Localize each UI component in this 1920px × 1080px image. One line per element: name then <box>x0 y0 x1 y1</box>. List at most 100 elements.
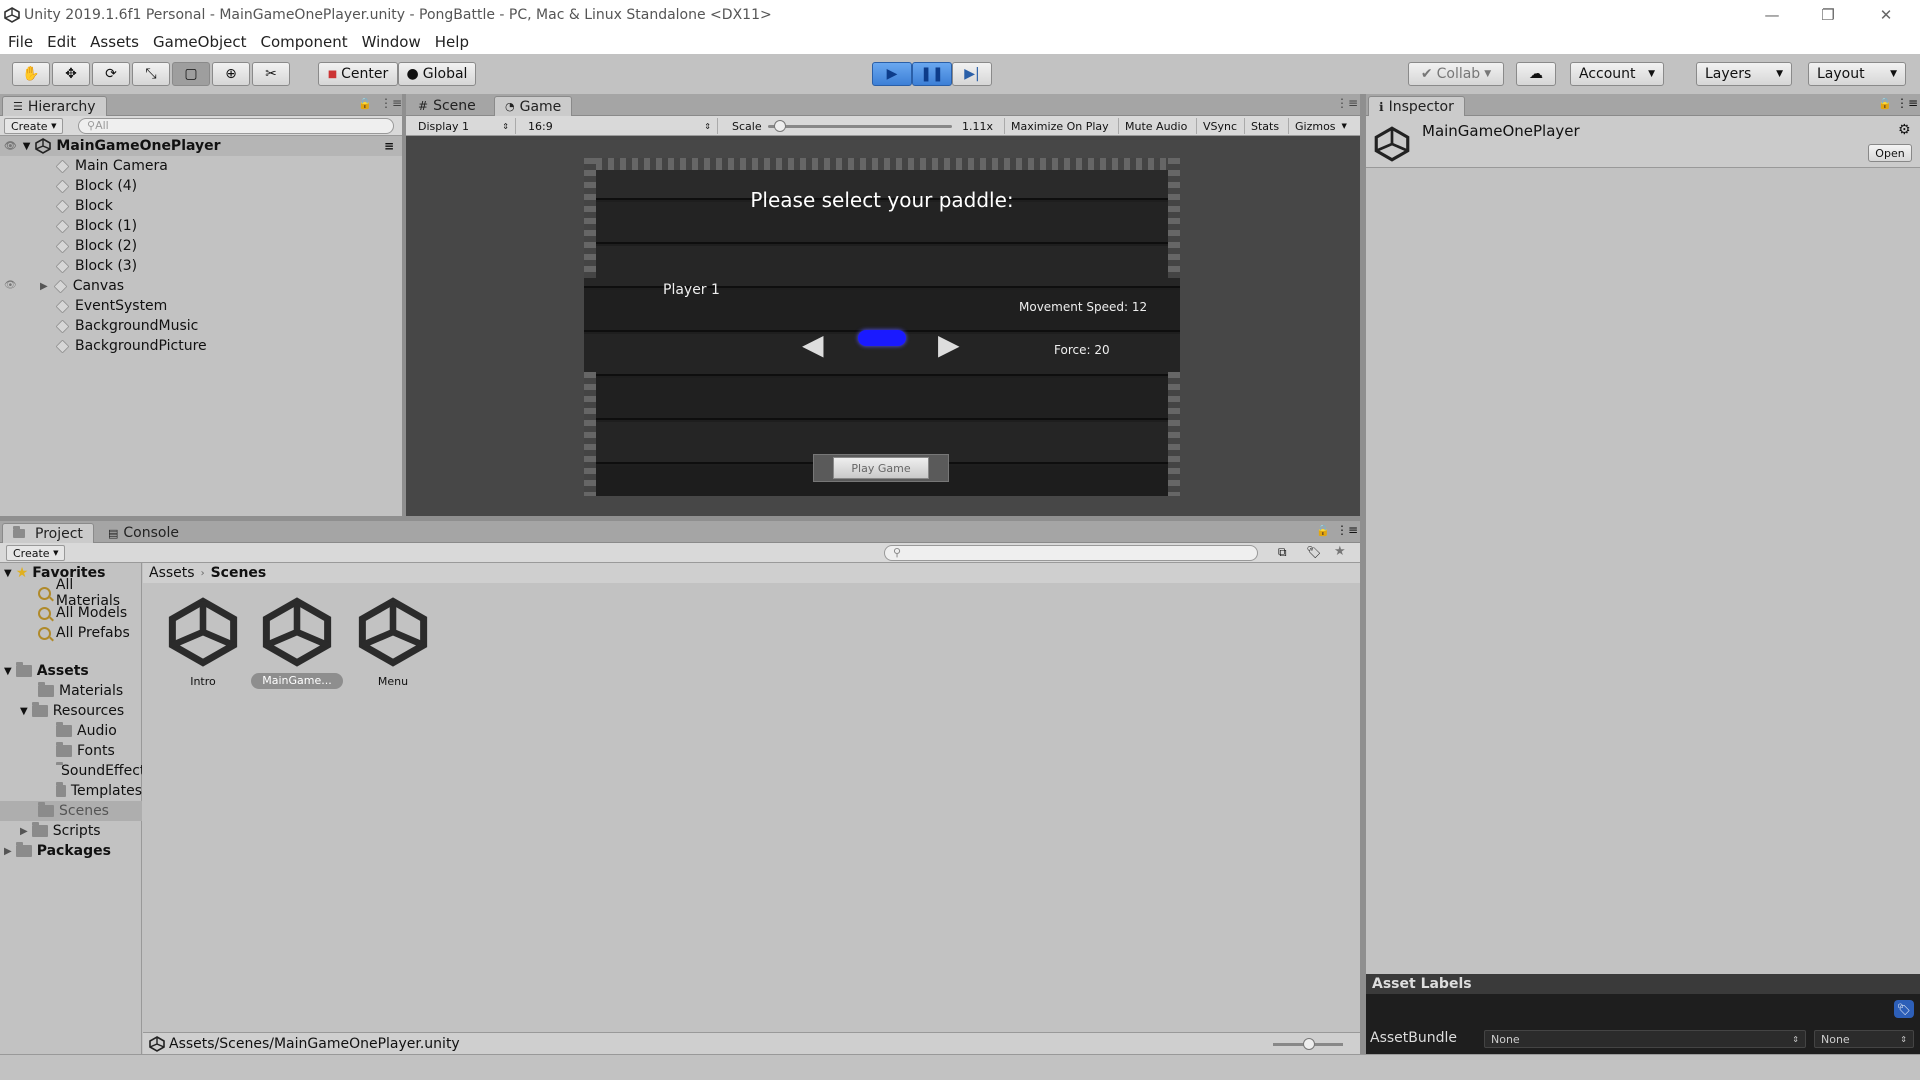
variant-dropdown[interactable]: None ⇕ <box>1814 1030 1914 1048</box>
lock-icon[interactable]: 🔒 <box>1878 97 1892 110</box>
scale-slider-thumb[interactable] <box>774 120 786 132</box>
folder-item[interactable]: Materials <box>38 681 123 701</box>
account-dropdown[interactable]: Account ▼ <box>1570 62 1664 86</box>
favorite-item[interactable]: All Prefabs <box>38 623 130 643</box>
display-dropdown[interactable]: Display 1 ⇕ <box>412 118 516 134</box>
asset-labels-header[interactable]: Asset Labels <box>1366 974 1920 994</box>
menu-help[interactable]: Help <box>435 33 469 51</box>
lock-icon[interactable]: 🔒 <box>1316 524 1330 537</box>
kebab-menu-icon[interactable]: ≡ <box>384 139 394 153</box>
play-button[interactable]: ▶ <box>872 62 912 86</box>
eye-icon[interactable]: 👁 <box>4 280 17 291</box>
hierarchy-item[interactable]: BackgroundPicture <box>55 336 207 356</box>
cloud-button[interactable]: ☁ <box>1516 62 1556 86</box>
project-create-button[interactable]: Create ▼ <box>6 545 66 561</box>
scene-root-row[interactable]: 👁 ▼ MainGameOnePlayer ≡ <box>0 136 402 156</box>
hierarchy-item-canvas[interactable]: ▶ Canvas <box>40 276 124 296</box>
scale-tool-button[interactable]: ⤡ <box>132 62 170 86</box>
restore-button[interactable]: ❐ <box>1800 0 1856 30</box>
tag-icon[interactable]: 🏷 <box>1894 1000 1914 1018</box>
folder-item[interactable]: ▶ Scripts <box>20 821 101 841</box>
folder-item[interactable]: Fonts <box>56 741 115 761</box>
scale-slider-track[interactable] <box>768 125 952 128</box>
panel-menu-icon[interactable]: ⋮≡ <box>1896 96 1918 110</box>
play-game-button[interactable]: Play Game <box>833 457 929 479</box>
filter-type-icon[interactable]: ⧉ <box>1278 545 1287 560</box>
hand-tool-button[interactable]: ✋ <box>12 62 50 86</box>
pivot-center-button[interactable]: ■ Center <box>318 62 398 86</box>
breadcrumb-assets[interactable]: Assets <box>149 565 195 581</box>
project-search-input[interactable]: ⚲ <box>884 545 1258 561</box>
folder-item-selected[interactable]: Scenes <box>0 801 142 821</box>
chevron-down-icon[interactable]: ▼ <box>23 141 31 152</box>
layout-dropdown[interactable]: Layout ▼ <box>1808 62 1906 86</box>
menu-gameobject[interactable]: GameObject <box>153 33 247 51</box>
custom-tool-button[interactable]: ✂ <box>252 62 290 86</box>
transform-tool-button[interactable]: ⊕ <box>212 62 250 86</box>
menu-window[interactable]: Window <box>362 33 421 51</box>
move-tool-button[interactable]: ✥ <box>52 62 90 86</box>
tab-project[interactable]: Project <box>2 523 94 543</box>
stats-toggle[interactable]: Stats <box>1244 118 1285 134</box>
filter-label-icon[interactable]: 🏷 <box>1306 545 1321 559</box>
step-button[interactable]: ▶| <box>952 62 992 86</box>
favorite-item[interactable]: All Materials <box>38 577 141 609</box>
folder-item[interactable]: Audio <box>56 721 117 741</box>
panel-menu-icon[interactable]: ⋮≡ <box>380 96 402 110</box>
arrow-left-icon[interactable]: ◀ <box>802 328 824 361</box>
panel-menu-icon[interactable]: ⋮≡ <box>1336 96 1358 110</box>
asset-file-intro[interactable]: Intro <box>166 597 240 693</box>
tab-scene[interactable]: # Scene <box>408 96 486 116</box>
hierarchy-item[interactable]: Block <box>55 196 113 216</box>
pivot-global-button[interactable]: ● Global <box>398 62 476 86</box>
collab-button[interactable]: ✔ Collab ▼ <box>1408 62 1504 86</box>
folder-item[interactable]: ▼ Resources <box>20 701 124 721</box>
arrow-right-icon[interactable]: ▶ <box>938 328 960 361</box>
hierarchy-item[interactable]: Block (4) <box>55 176 137 196</box>
asset-file-maingame[interactable]: MainGame... <box>251 597 343 693</box>
hierarchy-item[interactable]: BackgroundMusic <box>55 316 198 336</box>
maximize-on-play-toggle[interactable]: Maximize On Play <box>1004 118 1115 134</box>
tab-game[interactable]: ◔ Game <box>494 96 573 116</box>
folder-item[interactable]: Templates <box>56 781 142 801</box>
pause-button[interactable]: ❚❚ <box>912 62 952 86</box>
game-viewport[interactable]: Please select your paddle: Player 1 Move… <box>584 158 1180 496</box>
assetbundle-dropdown[interactable]: None ⇕ <box>1484 1030 1806 1048</box>
aspect-dropdown[interactable]: 16:9 ⇕ <box>522 118 718 134</box>
panel-menu-icon[interactable]: ⋮≡ <box>1336 523 1358 537</box>
breadcrumb-scenes[interactable]: Scenes <box>211 565 267 581</box>
favorite-item[interactable]: All Models <box>38 603 127 623</box>
menu-component[interactable]: Component <box>261 33 348 51</box>
chevron-right-icon[interactable]: ▶ <box>40 281 48 292</box>
hierarchy-search-input[interactable]: ⚲All <box>78 118 394 134</box>
assets-row[interactable]: ▼ Assets <box>4 661 89 681</box>
hierarchy-item[interactable]: Block (1) <box>55 216 137 236</box>
icon-size-slider-thumb[interactable] <box>1303 1038 1315 1050</box>
menu-file[interactable]: File <box>8 33 33 51</box>
close-button[interactable]: ✕ <box>1858 0 1914 30</box>
mute-audio-toggle[interactable]: Mute Audio <box>1118 118 1193 134</box>
chevron-right-icon[interactable]: ▶ <box>4 846 12 857</box>
rect-tool-button[interactable]: ▢ <box>172 62 210 86</box>
chevron-down-icon[interactable]: ▼ <box>4 568 12 579</box>
gear-icon[interactable]: ⚙ <box>1898 122 1911 138</box>
vsync-toggle[interactable]: VSync <box>1196 118 1243 134</box>
lock-icon[interactable]: 🔒 <box>358 97 372 110</box>
rotate-tool-button[interactable]: ⟳ <box>92 62 130 86</box>
asset-file-menu[interactable]: Menu <box>356 597 430 693</box>
hierarchy-create-button[interactable]: Create ▼ <box>4 118 64 134</box>
hierarchy-item[interactable]: Main Camera <box>55 156 168 176</box>
menu-assets[interactable]: Assets <box>90 33 139 51</box>
chevron-down-icon[interactable]: ▼ <box>20 706 28 717</box>
tab-inspector[interactable]: ℹ Inspector <box>1368 96 1465 116</box>
folder-item[interactable]: SoundEffects <box>56 761 142 781</box>
eye-icon[interactable]: 👁 <box>4 141 17 152</box>
star-icon[interactable]: ★ <box>1334 544 1346 559</box>
open-button[interactable]: Open <box>1868 144 1912 162</box>
minimize-button[interactable]: — <box>1744 0 1800 30</box>
hierarchy-item[interactable]: Block (3) <box>55 256 137 276</box>
menu-edit[interactable]: Edit <box>47 33 76 51</box>
chevron-down-icon[interactable]: ▼ <box>4 666 12 677</box>
hierarchy-item[interactable]: EventSystem <box>55 296 167 316</box>
tab-console[interactable]: ▤ Console <box>98 523 189 543</box>
